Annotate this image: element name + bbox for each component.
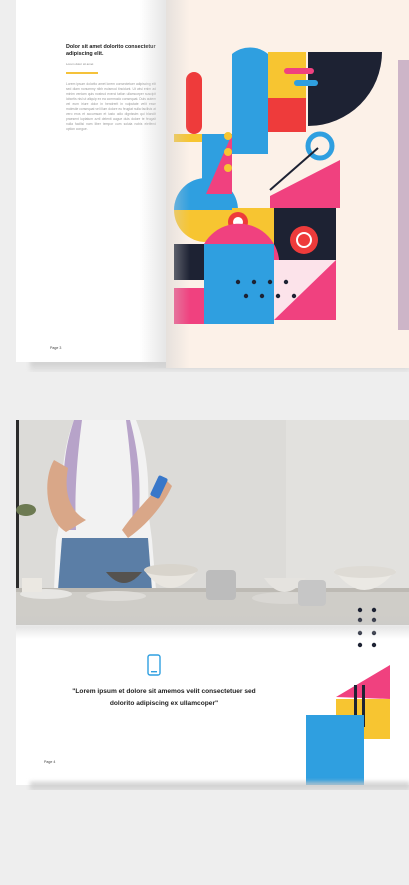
pull-quote: "Lorem ipsum et dolore sit amemos velit … [72, 688, 256, 707]
shape-red-circle [290, 226, 318, 254]
page-subheading: Lorem dolor sit amet [66, 62, 94, 66]
brochure-spread-bottom: "Lorem ipsum et dolore sit amemos velit … [0, 420, 409, 790]
person-jeans [58, 538, 152, 590]
shape-blue-arch [232, 54, 268, 154]
photo-edge [398, 60, 409, 330]
geometric-artwork [174, 47, 409, 330]
brochure-spread-top: Dolor sit amet dolorito consectetur adip… [0, 0, 409, 372]
page-gutter [140, 0, 190, 368]
page-gutter [16, 615, 409, 639]
shape-pink-wedge [270, 160, 340, 208]
photo-illustration [16, 420, 409, 625]
accent-rule [66, 72, 98, 74]
shape-navy-quarter [308, 52, 382, 126]
shape-red-block [268, 98, 306, 132]
right-page [166, 0, 409, 368]
shape-bottom-blue [204, 244, 274, 324]
spread-shadow [30, 782, 409, 790]
mug [206, 570, 236, 600]
phone-icon [147, 654, 161, 676]
kitchen-photo [16, 420, 409, 625]
shape-yellow-block [268, 52, 306, 98]
page-number: Page 3 [50, 346, 62, 350]
page-number: Page 4 [44, 760, 56, 764]
